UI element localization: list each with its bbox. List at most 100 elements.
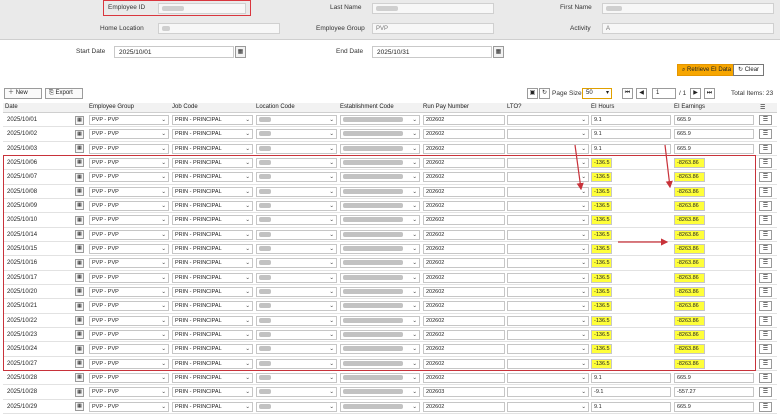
col-lto[interactable]: LTO?	[507, 104, 521, 110]
job-code-select[interactable]: PRIN - PRINCIPAL ⌄	[172, 143, 253, 154]
ei-earnings-input[interactable]: 665.9	[674, 115, 754, 125]
row-menu-icon[interactable]: ☰	[759, 358, 772, 369]
establishment-code-select[interactable]: ⌄	[340, 143, 420, 154]
job-code-select[interactable]: PRIN - PRINCIPAL ⌄	[172, 372, 253, 383]
row-menu-icon[interactable]: ☰	[759, 387, 772, 398]
employee-id-field[interactable]	[158, 3, 246, 14]
employee-group-select[interactable]: PVP - PVP ⌄	[89, 129, 169, 140]
row-menu-icon[interactable]: ☰	[759, 115, 772, 125]
ei-earnings-input[interactable]: 665.9	[674, 129, 754, 140]
col-job-code[interactable]: Job Code	[172, 104, 198, 110]
ei-earnings-input[interactable]: 665.9	[674, 143, 754, 154]
page-number-input[interactable]: 1	[652, 88, 676, 99]
row-menu-icon[interactable]: ☰	[759, 186, 772, 197]
employee-group-select[interactable]: PVP - PVP ⌄	[89, 401, 169, 412]
row-menu-icon[interactable]: ☰	[759, 401, 772, 412]
establishment-code-select[interactable]: ⌄	[340, 129, 420, 140]
run-pay-number-input[interactable]: 202603	[423, 387, 505, 398]
row-menu-icon[interactable]: ☰	[759, 143, 772, 154]
row-menu-icon[interactable]: ☰	[759, 329, 772, 340]
prev-page-icon[interactable]: ◀	[636, 88, 647, 99]
col-employee-group[interactable]: Employee Group	[89, 104, 134, 110]
location-code-select[interactable]: ⌄	[256, 372, 337, 383]
lto-select[interactable]: ⌄	[507, 143, 589, 154]
end-date-calendar-icon[interactable]: ▦	[493, 46, 504, 58]
home-location-field[interactable]	[158, 23, 280, 34]
employee-group-select[interactable]: PVP - PVP ⌄	[89, 387, 169, 398]
retrieve-ei-data-button[interactable]: ⌕ Retrieve EI Data	[677, 64, 737, 76]
new-button[interactable]: ＋ New	[4, 88, 42, 99]
row-menu-icon[interactable]: ☰	[759, 243, 772, 254]
lto-select[interactable]: ⌄	[507, 115, 589, 125]
location-code-select[interactable]: ⌄	[256, 115, 337, 125]
col-ei-hours[interactable]: EI Hours	[591, 104, 614, 110]
run-pay-number-input[interactable]: 202602	[423, 372, 505, 383]
row-menu-icon[interactable]: ☰	[759, 258, 772, 269]
grid-column-menu-icon[interactable]: ☰	[760, 104, 765, 111]
job-code-select[interactable]: PRIN - PRINCIPAL ⌄	[172, 129, 253, 140]
col-establishment-code[interactable]: Establishment Code	[340, 104, 394, 110]
lto-select[interactable]: ⌄	[507, 129, 589, 140]
last-name-field[interactable]	[372, 3, 494, 14]
employee-group-field[interactable]: PVP	[372, 23, 494, 34]
row-menu-icon[interactable]: ☰	[759, 157, 772, 168]
page-size-select[interactable]: 50 ▾	[582, 88, 612, 99]
start-date-input[interactable]: 2025/10/01	[114, 46, 234, 58]
calendar-icon[interactable]: ▦	[75, 115, 84, 125]
location-code-select[interactable]: ⌄	[256, 401, 337, 412]
location-code-select[interactable]: ⌄	[256, 143, 337, 154]
export-button[interactable]: ⎘ Export	[45, 88, 83, 99]
run-pay-number-input[interactable]: 202602	[423, 143, 505, 154]
employee-group-select[interactable]: PVP - PVP ⌄	[89, 372, 169, 383]
job-code-select[interactable]: PRIN - PRINCIPAL ⌄	[172, 115, 253, 125]
ei-hours-input[interactable]: 9.1	[591, 401, 671, 412]
ei-earnings-input[interactable]: 665.9	[674, 372, 754, 383]
ei-hours-input[interactable]: 9.1	[591, 129, 671, 140]
refresh-grid-icon[interactable]: ↻	[539, 88, 550, 99]
col-ei-earnings[interactable]: EI Earnings	[674, 104, 705, 110]
lto-select[interactable]: ⌄	[507, 401, 589, 412]
start-date-calendar-icon[interactable]: ▦	[235, 46, 246, 58]
row-menu-icon[interactable]: ☰	[759, 301, 772, 312]
row-menu-icon[interactable]: ☰	[759, 344, 772, 355]
establishment-code-select[interactable]: ⌄	[340, 115, 420, 125]
col-date[interactable]: Date	[5, 104, 18, 110]
calendar-icon[interactable]: ▦	[75, 129, 84, 139]
last-page-icon[interactable]: ⏭	[704, 88, 715, 99]
job-code-select[interactable]: PRIN - PRINCIPAL ⌄	[172, 387, 253, 398]
col-run-pay-number[interactable]: Run Pay Number	[423, 104, 469, 110]
location-code-select[interactable]: ⌄	[256, 387, 337, 398]
row-menu-icon[interactable]: ☰	[759, 272, 772, 283]
end-date-input[interactable]: 2025/10/31	[372, 46, 492, 58]
first-page-icon[interactable]: ⏮	[622, 88, 633, 99]
calendar-icon[interactable]: ▦	[75, 373, 84, 383]
row-menu-icon[interactable]: ☰	[759, 129, 772, 140]
establishment-code-select[interactable]: ⌄	[340, 401, 420, 412]
run-pay-number-input[interactable]: 202602	[423, 129, 505, 140]
ei-hours-input[interactable]: 9.1	[591, 115, 671, 125]
ei-hours-input[interactable]: -9.1	[591, 387, 671, 398]
row-menu-icon[interactable]: ☰	[759, 229, 772, 240]
next-page-icon[interactable]: ▶	[690, 88, 701, 99]
row-menu-icon[interactable]: ☰	[759, 315, 772, 326]
save-layout-icon[interactable]: ▣	[527, 88, 538, 99]
row-menu-icon[interactable]: ☰	[759, 172, 772, 183]
lto-select[interactable]: ⌄	[507, 372, 589, 383]
calendar-icon[interactable]: ▦	[75, 402, 84, 412]
run-pay-number-input[interactable]: 202602	[423, 401, 505, 412]
row-menu-icon[interactable]: ☰	[759, 215, 772, 226]
establishment-code-select[interactable]: ⌄	[340, 387, 420, 398]
ei-hours-input[interactable]: 9.1	[591, 143, 671, 154]
row-menu-icon[interactable]: ☰	[759, 286, 772, 297]
job-code-select[interactable]: PRIN - PRINCIPAL ⌄	[172, 401, 253, 412]
establishment-code-select[interactable]: ⌄	[340, 372, 420, 383]
calendar-icon[interactable]: ▦	[75, 387, 84, 397]
run-pay-number-input[interactable]: 202602	[423, 115, 505, 125]
employee-group-select[interactable]: PVP - PVP ⌄	[89, 115, 169, 125]
activity-field[interactable]: A	[602, 23, 774, 34]
ei-earnings-input[interactable]: 665.9	[674, 401, 754, 412]
ei-hours-input[interactable]: 9.1	[591, 372, 671, 383]
col-location-code[interactable]: Location Code	[256, 104, 295, 110]
row-menu-icon[interactable]: ☰	[759, 372, 772, 383]
employee-group-select[interactable]: PVP - PVP ⌄	[89, 143, 169, 154]
